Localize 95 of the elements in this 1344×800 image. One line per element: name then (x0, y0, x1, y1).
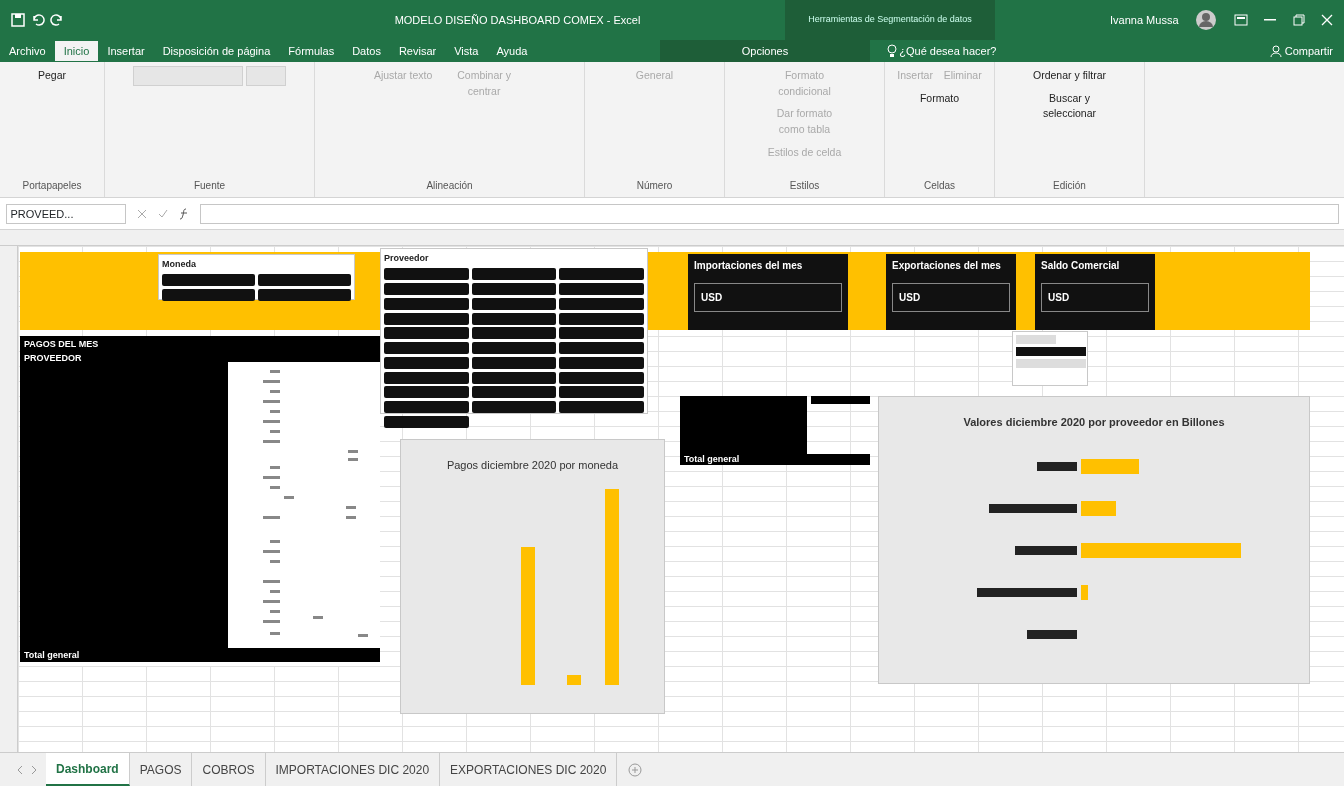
ribbon-group-label: Alineación (425, 179, 474, 193)
ribbon-tab[interactable]: Disposición de página (153, 40, 280, 62)
close-icon[interactable] (1321, 14, 1333, 26)
slicer-item[interactable] (162, 274, 256, 287)
restore-icon[interactable] (1292, 14, 1305, 26)
ribbon-tab[interactable]: Fórmulas (279, 40, 344, 62)
check-icon[interactable] (157, 208, 168, 219)
slicer-title: Moneda (162, 258, 197, 271)
ribbon-group-label: Edición (1052, 179, 1087, 193)
redo-icon[interactable] (50, 13, 64, 27)
card-value: USD (1041, 283, 1149, 312)
tell-me-field[interactable]: ¿Qué desea hacer? (899, 42, 997, 60)
pivot-header: PAGOS DEL MES (24, 338, 99, 351)
slicer-item[interactable] (559, 386, 644, 399)
redacted-label (1027, 630, 1077, 639)
sheet-tab[interactable]: IMPORTACIONES DIC 2020 (265, 753, 441, 786)
undo-icon[interactable] (30, 13, 45, 27)
formula-input[interactable] (199, 203, 1339, 224)
ribbon-button[interactable]: Formato (915, 88, 964, 109)
ribbon-group-label: Portapapeles (21, 179, 83, 193)
slicer-item[interactable] (384, 371, 469, 384)
avatar-icon[interactable] (1195, 9, 1217, 31)
user-name[interactable]: Ivanna Mussa (1110, 11, 1179, 29)
sheet-tab[interactable]: Dashboard (46, 753, 130, 786)
slicer-item[interactable] (384, 327, 469, 340)
ribbon-group-label: Celdas (922, 179, 957, 193)
slicer-item[interactable] (384, 415, 469, 428)
lightbulb-icon (886, 44, 897, 58)
card-value: USD (892, 283, 1010, 312)
slicer-item[interactable] (471, 327, 557, 340)
card-title: Importaciones del mes (694, 259, 804, 273)
chart-title: Valores diciembre 2020 por proveedor en Billones (962, 414, 1226, 430)
window-title: MODELO DISEÑO DASHBOARD COMEX - Excel (394, 13, 641, 26)
ribbon-tab[interactable]: Revisar (389, 40, 446, 62)
slicer-item[interactable] (471, 356, 557, 369)
sheet-tab[interactable]: EXPORTACIONES DIC 2020 (440, 753, 618, 786)
pivot-total-label: Total general (24, 650, 80, 660)
slicer-item[interactable] (471, 283, 557, 295)
font-size-field[interactable] (245, 66, 286, 86)
slicer-item[interactable] (559, 312, 644, 325)
ribbon-tab[interactable]: Ayuda (487, 40, 537, 62)
sheet-tab[interactable]: PAGOS (129, 753, 193, 786)
ribbon-tab[interactable]: Insertar (98, 40, 154, 62)
chart-bar (1081, 585, 1088, 600)
ribbon-button[interactable]: Pegar (34, 66, 70, 86)
pivot-total-label: Total general (684, 454, 740, 464)
person-icon[interactable] (1269, 45, 1282, 57)
chart-bar (1081, 501, 1116, 516)
ribbon-group-label: Fuente (192, 179, 227, 193)
pivot-row-label: PROVEEDOR (24, 351, 83, 365)
chart-bar (567, 675, 581, 685)
function-icon[interactable] (178, 207, 189, 220)
chart-title: Pagos diciembre 2020 por moneda (445, 457, 620, 473)
card-title: Exportaciones del mes (892, 259, 1002, 273)
ribbon-tab[interactable]: Datos (343, 40, 390, 62)
slicer-item[interactable] (471, 342, 557, 354)
ribbon-group-label: Número (635, 179, 674, 193)
slicer-item[interactable] (471, 371, 557, 384)
card-value: USD (694, 283, 842, 312)
save-icon[interactable] (11, 13, 25, 27)
slicer-item[interactable] (471, 297, 557, 310)
slicer-title: Proveedor (384, 252, 430, 265)
slicer-item[interactable] (471, 386, 557, 399)
ribbon-display-icon[interactable] (1233, 14, 1248, 26)
slicer-item[interactable] (384, 386, 469, 399)
share-button[interactable]: Compartir (1284, 40, 1333, 62)
slicer-item[interactable] (384, 297, 469, 310)
slicer-item[interactable] (384, 312, 469, 325)
slicer-item[interactable] (559, 371, 644, 384)
slicer-item[interactable] (471, 268, 557, 281)
sheet-tab[interactable]: COBROS (192, 753, 266, 786)
font-name-field[interactable] (133, 66, 244, 86)
pivot-column-header (811, 396, 870, 404)
slicer-header-bar (1016, 335, 1056, 344)
slicer-item[interactable] (384, 268, 469, 281)
slicer-item[interactable] (559, 268, 644, 281)
slicer-item[interactable] (559, 297, 644, 310)
ribbon-tab[interactable]: Inicio (54, 40, 99, 62)
ribbon-tab[interactable]: Vista (445, 40, 488, 62)
redacted-label (1037, 462, 1077, 471)
ribbon-button[interactable]: Buscar y seleccionar (1024, 88, 1115, 124)
chart-bar (1081, 459, 1139, 474)
slicer-item[interactable] (559, 356, 644, 369)
ribbon-group-label: Estilos (788, 179, 821, 193)
ribbon-tab[interactable]: Archivo (0, 40, 55, 62)
redacted-label (1015, 546, 1077, 555)
name-box[interactable]: PROVEED... (5, 203, 126, 224)
slicer-item[interactable] (471, 312, 557, 325)
ribbon-button[interactable]: Ordenar y filtrar (1029, 66, 1110, 86)
slicer-item[interactable] (471, 401, 557, 413)
slicer-item[interactable] (384, 356, 469, 369)
context-tab-group: Herramientas de Segmentación de datos (808, 13, 972, 27)
slicer-item[interactable] (559, 327, 644, 340)
slicer-item[interactable] (257, 274, 351, 287)
card-title: Saldo Comercial (1041, 259, 1121, 273)
